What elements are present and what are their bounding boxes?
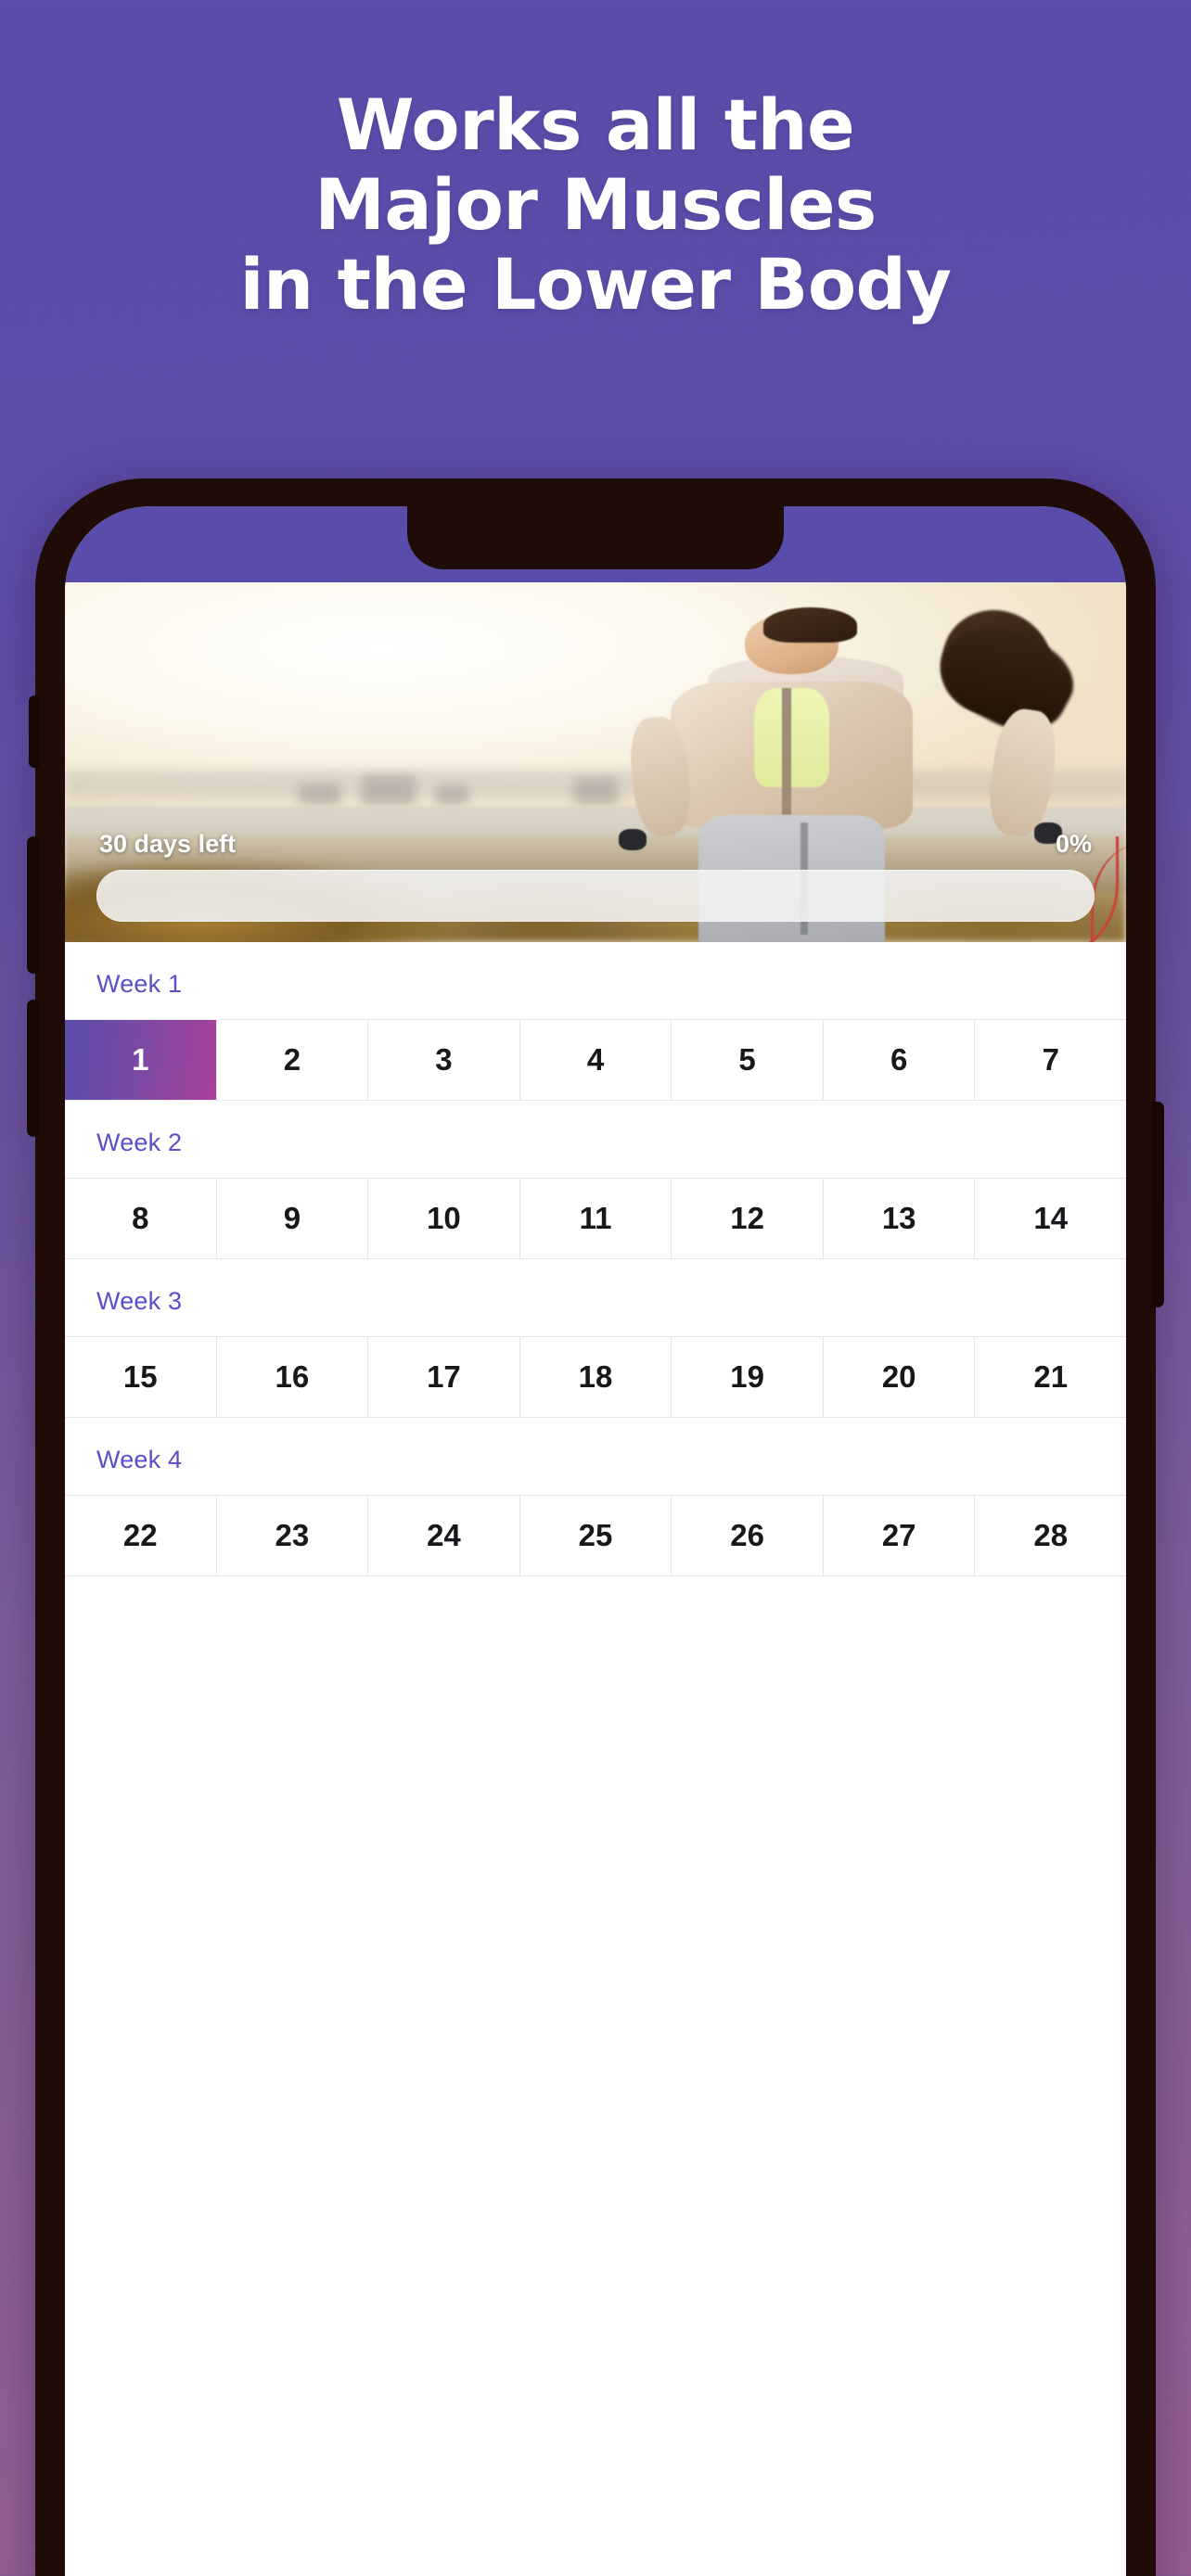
day-cell[interactable]: 4 [519,1020,672,1100]
day-cell[interactable]: 13 [823,1179,976,1258]
day-cell[interactable]: 26 [672,1496,824,1575]
days-left-label: 30 days left [99,830,237,858]
week-label: Week 3 [96,1287,183,1315]
day-cell[interactable]: 17 [368,1337,520,1417]
day-cell[interactable]: 28 [975,1496,1126,1575]
day-cell[interactable]: 11 [519,1179,672,1258]
mute-switch-button[interactable] [29,695,40,768]
week-day-row: 8 9 10 11 12 13 14 [65,1178,1126,1259]
day-cell[interactable]: 7 [975,1020,1126,1100]
day-cell[interactable]: 23 [216,1496,369,1575]
phone-mockup: 30 days left 0% Week 1 1 2 3 4 5 6 7 Week 2 8 9 10 1… [27,478,1164,2576]
day-cell[interactable]: 5 [672,1020,824,1100]
volume-down-button[interactable] [27,1000,40,1137]
day-cell[interactable]: 2 [216,1020,369,1100]
volume-up-button[interactable] [27,836,40,974]
day-cell[interactable]: 14 [975,1179,1126,1258]
progress-labels: 30 days left 0% [96,830,1095,870]
phone-notch [407,506,784,569]
day-cell[interactable]: 19 [672,1337,824,1417]
day-cell[interactable]: 22 [65,1496,217,1575]
headline-line-3: in the Lower Body [239,243,952,325]
power-button[interactable] [1151,1102,1164,1307]
progress-overlay: 30 days left 0% [65,830,1126,942]
progress-percent-label: 0% [1055,830,1092,858]
day-cell[interactable]: 8 [65,1179,217,1258]
day-cell[interactable]: 12 [672,1179,824,1258]
day-cell[interactable]: 18 [519,1337,672,1417]
day-cell[interactable]: 27 [823,1496,976,1575]
week-label: Week 4 [96,1446,183,1473]
day-cell[interactable]: 3 [368,1020,520,1100]
phone-screen: 30 days left 0% Week 1 1 2 3 4 5 6 7 Week 2 8 9 10 1… [65,506,1126,2576]
week-day-row: 1234567 [65,1019,1126,1101]
headline-line-2: Major Muscles [314,163,877,246]
day-cell-active[interactable]: 1 [65,1020,217,1100]
challenge-calendar: Week 1 1 2 3 4 5 6 7 Week 2 8 9 10 11 12 13 14 Week 3 15 1… [65,942,1126,2576]
week-day-row: 22 23 24 25 26 27 28 [65,1495,1126,1576]
day-cell[interactable]: 16 [216,1337,369,1417]
promo-headline: Works all the Major Muscles in the Lower… [0,85,1191,325]
day-cell[interactable]: 25 [519,1496,672,1575]
day-cell[interactable]: 20 [823,1337,976,1417]
day-cell[interactable]: 6 [823,1020,976,1100]
day-cell[interactable]: 21 [975,1337,1126,1417]
week-label: Week 2 [96,1129,183,1156]
day-cell[interactable]: 15 [65,1337,217,1417]
week-day-row: 15 16 17 18 19 20 21 [65,1336,1126,1418]
day-cell[interactable]: 10 [368,1179,520,1258]
week-label: Week 1 [96,970,183,998]
progress-bar[interactable] [96,870,1095,922]
day-cell[interactable]: 9 [216,1179,369,1258]
day-cell[interactable]: 24 [368,1496,520,1575]
hero-photo: 30 days left 0% [65,582,1126,942]
headline-line-1: Works all the [336,83,855,166]
